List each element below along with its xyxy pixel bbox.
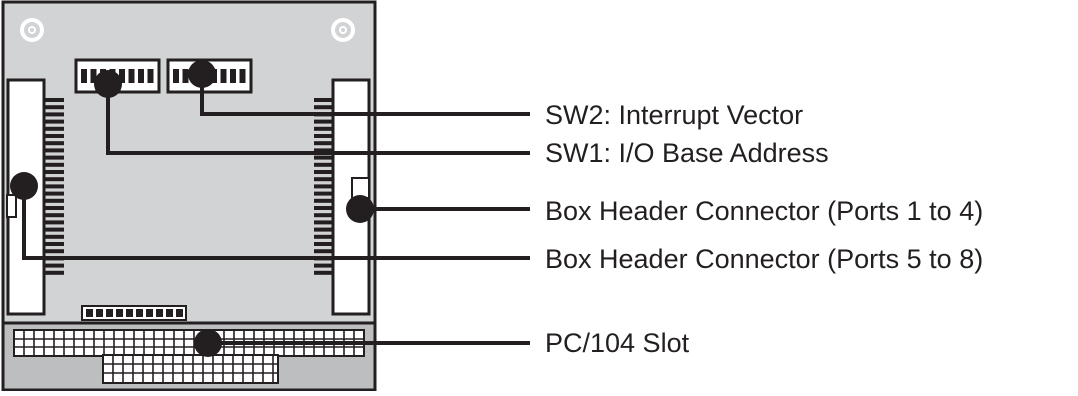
connector-pin	[314, 206, 334, 210]
callout-marker-sw1	[94, 70, 122, 98]
connector-pin	[314, 162, 334, 167]
connector-pin	[314, 126, 334, 131]
jumper-pin	[106, 309, 113, 317]
connector-pin	[314, 249, 334, 254]
connector-pin	[314, 134, 334, 138]
label-sw2-interrupt-vector: SW2: Interrupt Vector	[545, 100, 804, 130]
jumper-pin	[136, 309, 143, 317]
connector-pin	[44, 242, 64, 246]
connector-pin	[314, 98, 334, 102]
jumper-pin	[166, 309, 173, 317]
jumper-pin	[146, 309, 153, 317]
callout-marker-sw2	[188, 60, 216, 88]
connector-pin	[44, 234, 64, 239]
connector-pin	[44, 170, 64, 174]
connector-pin	[44, 227, 64, 232]
connector-pin	[44, 206, 64, 210]
connector-pin	[44, 98, 64, 102]
connector-pin	[314, 234, 334, 239]
switch-toggle	[138, 69, 144, 83]
connector-pin	[44, 213, 64, 218]
connector-pin	[314, 170, 334, 174]
jumper-pin	[96, 309, 103, 317]
connector-pin	[44, 141, 64, 146]
switch-toggle	[239, 69, 246, 83]
pc104-slot	[1, 321, 377, 392]
connector-pin	[314, 105, 334, 110]
switch-toggle	[147, 69, 154, 83]
switch-toggle	[182, 69, 189, 83]
switch-toggle	[230, 69, 236, 83]
connector-pin	[314, 263, 334, 268]
connector-pin	[44, 119, 64, 124]
switch-toggle	[220, 69, 227, 83]
connector-pin	[44, 162, 64, 167]
connector-pin	[314, 155, 334, 160]
jumper-row	[81, 305, 187, 321]
jumper-pin	[176, 309, 183, 317]
label-sw1-io-base-address: SW1: I/O Base Address	[545, 138, 829, 168]
connector-pin	[314, 213, 334, 218]
connector-pin	[314, 227, 334, 232]
connector-pin	[314, 141, 334, 146]
switch-toggle	[128, 69, 135, 83]
connector-pin	[44, 112, 64, 117]
connector-pin	[314, 220, 334, 225]
connector-pin	[44, 249, 64, 254]
callout-marker-ports-5-8	[10, 172, 38, 200]
connector-pin	[44, 134, 64, 138]
label-box-header-ports-1-4: Box Header Connector (Ports 1 to 4)	[545, 196, 984, 226]
connector-pin	[44, 105, 64, 110]
connector-pin	[314, 270, 334, 275]
diagram: SW2: Interrupt Vector SW1: I/O Base Addr…	[0, 0, 1078, 392]
switch-toggle	[173, 69, 179, 83]
connector-pin	[44, 263, 64, 268]
connector-pin	[44, 177, 64, 182]
jumper-pin	[156, 309, 163, 317]
jumper-pin	[86, 309, 93, 317]
label-pc104-slot: PC/104 Slot	[545, 328, 690, 358]
connector-pin	[44, 155, 64, 160]
connector-pin	[314, 177, 334, 182]
connector-pin	[314, 198, 334, 203]
connector-pin	[44, 198, 64, 203]
connector-pin	[44, 270, 64, 275]
jumper-pin	[116, 309, 123, 317]
switch-toggle	[81, 69, 87, 83]
label-box-header-ports-5-8: Box Header Connector (Ports 5 to 8)	[545, 244, 984, 274]
callout-marker-ports-1-4	[346, 195, 374, 223]
connector-pin	[44, 148, 64, 153]
connector-pin	[44, 220, 64, 225]
connector-pin	[314, 191, 334, 196]
connector-pin	[44, 191, 64, 196]
connector-pin	[44, 126, 64, 131]
connector-pin	[44, 184, 64, 189]
connector-pin	[314, 184, 334, 189]
connector-pin	[314, 119, 334, 124]
jumper-pin	[126, 309, 133, 317]
callout-marker-pc104	[194, 329, 222, 357]
connector-pin	[314, 242, 334, 246]
